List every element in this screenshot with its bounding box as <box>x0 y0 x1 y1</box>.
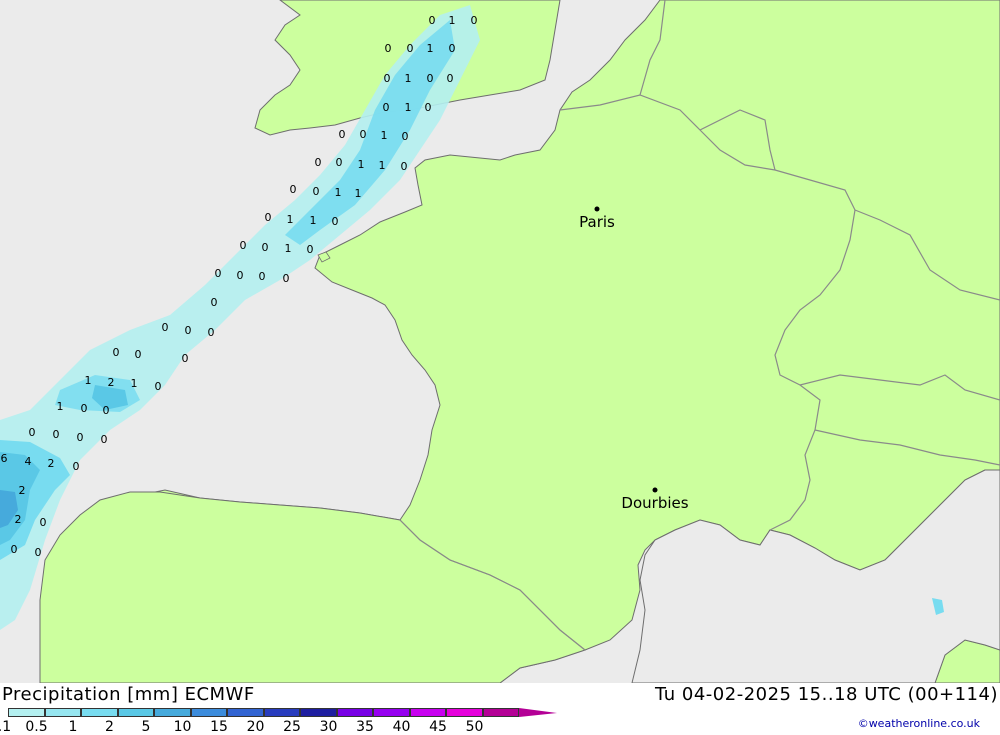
precip-value: 1 <box>57 400 64 413</box>
precip-value: 0 <box>427 72 434 85</box>
precip-value: 0 <box>73 460 80 473</box>
precipitation-map: 0 1 00 0 1 00 1 0 00 1 00 0 1 00 0 1 1 00 0 1 10 1 1 00 0 1 00 0 0 00… <box>0 0 1000 683</box>
precip-value: 0 <box>339 128 346 141</box>
scale-swatch <box>227 708 264 717</box>
precip-value: 0 <box>215 267 222 280</box>
precip-value: 0 <box>385 42 392 55</box>
precip-value: 1 <box>355 187 362 200</box>
scale-swatch <box>190 708 227 717</box>
precip-value: 0 <box>447 72 454 85</box>
scale-swatch <box>482 708 519 717</box>
precip-value: 0 <box>425 101 432 114</box>
precip-value: 0 <box>240 239 247 252</box>
precip-value: 1 <box>449 14 456 27</box>
precip-value: 0 <box>81 402 88 415</box>
precip-value: 0 <box>259 270 266 283</box>
precip-value: 0 <box>182 352 189 365</box>
precip-value: 0 <box>313 185 320 198</box>
precip-value: 1 <box>287 213 294 226</box>
precip-value: 1 <box>379 159 386 172</box>
precip-value: 0 <box>471 14 478 27</box>
precip-value: 0 <box>407 42 414 55</box>
precip-value: 0 <box>449 42 456 55</box>
precip-value: 0 <box>77 431 84 444</box>
precip-value: 0 <box>101 433 108 446</box>
precip-value: 0 <box>402 130 409 143</box>
precip-value: 6 <box>1 452 8 465</box>
precip-value: 0 <box>315 156 322 169</box>
scale-swatch <box>8 708 45 717</box>
scale-swatch <box>373 708 410 717</box>
scale-swatch <box>263 708 300 717</box>
precip-value: 1 <box>131 377 138 390</box>
precip-value: 0 <box>185 324 192 337</box>
scale-swatch <box>81 708 118 717</box>
precip-value: 0 <box>11 543 18 556</box>
scale-swatch <box>300 708 337 717</box>
precip-value: 0 <box>332 215 339 228</box>
precip-value: 0 <box>155 380 162 393</box>
city-label-paris: Paris <box>579 213 615 231</box>
precip-value: 0 <box>265 211 272 224</box>
precip-value: 0 <box>383 101 390 114</box>
precip-value: 1 <box>335 186 342 199</box>
precip-value: 0 <box>40 516 47 529</box>
precip-value: 0 <box>429 14 436 27</box>
precip-value: 0 <box>113 346 120 359</box>
scale-swatch <box>446 708 483 717</box>
city-label-dourbies: Dourbies <box>621 494 688 512</box>
precip-value: 0 <box>162 321 169 334</box>
precip-value: 0 <box>211 296 218 309</box>
city-marker <box>652 487 658 493</box>
precip-value: 0 <box>401 160 408 173</box>
precip-value: 1 <box>427 42 434 55</box>
precip-value: 1 <box>285 242 292 255</box>
scale-swatch <box>44 708 81 717</box>
map-footer: Precipitation [mm] ECMWF Tu 04-02-2025 1… <box>0 683 1000 735</box>
forecast-time: Tu 04-02-2025 15..18 UTC (00+114) <box>655 684 998 705</box>
precip-value: 1 <box>381 129 388 142</box>
scale-swatch <box>336 708 373 717</box>
precip-value: 2 <box>108 376 115 389</box>
scale-swatch <box>154 708 191 717</box>
precip-value: 0 <box>360 128 367 141</box>
precip-value: 0 <box>283 272 290 285</box>
precip-value: 0 <box>35 546 42 559</box>
precip-value: 0 <box>336 156 343 169</box>
precip-value: 0 <box>307 243 314 256</box>
precip-value: 0 <box>29 426 36 439</box>
precip-value: 0 <box>290 183 297 196</box>
precip-value: 0 <box>53 428 60 441</box>
precip-value: 2 <box>19 484 26 497</box>
precip-value: 0 <box>262 241 269 254</box>
precip-value: 0 <box>208 326 215 339</box>
scale-swatch <box>409 708 446 717</box>
precip-value: 1 <box>85 374 92 387</box>
precip-value: 1 <box>310 214 317 227</box>
precip-value: 0 <box>237 269 244 282</box>
precip-value: 1 <box>405 101 412 114</box>
precip-value: 1 <box>405 72 412 85</box>
precip-value: 0 <box>103 404 110 417</box>
scale-arrow-tip <box>519 708 557 717</box>
precip-value: 4 <box>25 455 32 468</box>
precip-value: 2 <box>15 513 22 526</box>
precip-value: 2 <box>48 457 55 470</box>
precip-value: 0 <box>384 72 391 85</box>
precip-value: 1 <box>358 158 365 171</box>
scale-swatch <box>117 708 154 717</box>
map-title: Precipitation [mm] ECMWF <box>2 684 255 705</box>
credit-link[interactable]: ©weatheronline.co.uk <box>858 717 980 730</box>
precip-value: 0 <box>135 348 142 361</box>
city-marker <box>594 206 600 212</box>
